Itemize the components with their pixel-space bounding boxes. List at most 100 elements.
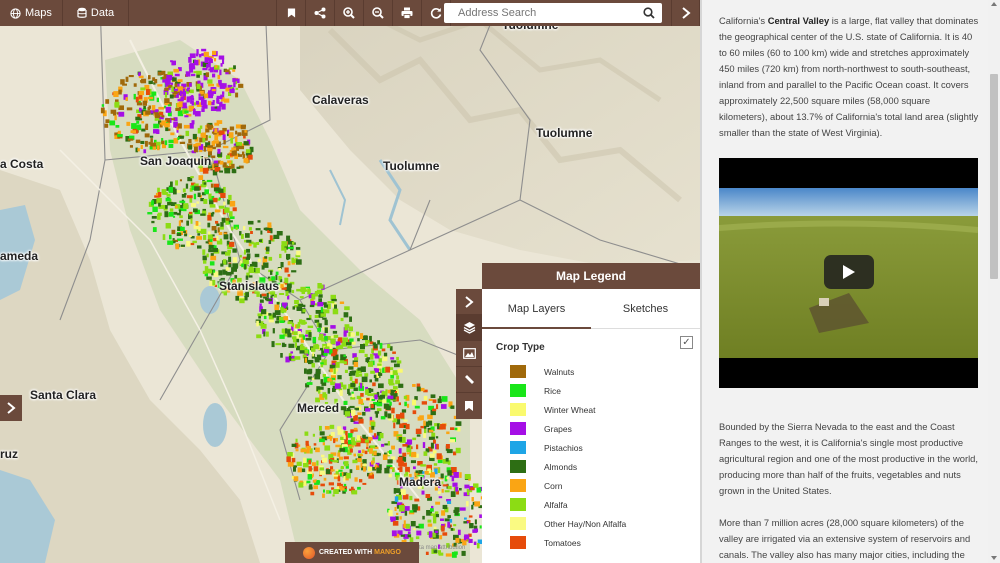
crop-patch	[343, 476, 346, 482]
collapse-side-panel-button[interactable]	[672, 0, 700, 26]
panel-scrollbar[interactable]	[988, 0, 1000, 563]
crop-patch	[360, 333, 364, 339]
crop-patch	[135, 116, 140, 121]
crop-patch	[317, 327, 321, 332]
crop-patch	[338, 456, 343, 460]
crop-patch	[284, 267, 289, 273]
legend-swatch	[510, 536, 526, 549]
crop-patch	[133, 83, 137, 87]
scroll-up-arrow-icon[interactable]	[991, 2, 997, 6]
crop-patch	[302, 335, 305, 340]
crop-patch	[265, 246, 270, 252]
crop-patch	[133, 93, 136, 100]
crop-patch	[455, 421, 462, 426]
crop-patch	[186, 96, 190, 103]
crop-patch	[396, 356, 399, 361]
crop-patch	[220, 101, 223, 107]
zoom-out-icon	[372, 7, 384, 19]
crop-patch	[365, 340, 370, 344]
crop-patch	[322, 442, 325, 446]
legend-swatch	[510, 498, 526, 511]
search-icon[interactable]	[643, 7, 655, 19]
map-canvas[interactable]: Tuolumne Calaveras Tuolumne a Costa San …	[0, 0, 700, 563]
crop-patch	[434, 530, 439, 534]
legend-label: Pistachios	[544, 442, 583, 453]
crop-patch	[358, 399, 364, 405]
crop-patch	[225, 252, 231, 256]
crop-patch	[229, 233, 233, 239]
crop-patch	[397, 467, 402, 470]
scroll-down-arrow-icon[interactable]	[991, 556, 997, 560]
share-button[interactable]	[305, 0, 334, 26]
bookmark-button[interactable]	[276, 0, 305, 26]
print-button[interactable]	[392, 0, 421, 26]
legend-collapse-button[interactable]	[456, 289, 482, 315]
crop-patch	[331, 335, 334, 339]
crop-patch	[358, 450, 361, 453]
crop-patch	[281, 244, 285, 251]
crop-patch	[168, 139, 174, 144]
video-player[interactable]	[719, 158, 978, 388]
crop-patch	[457, 529, 461, 536]
crop-patch	[428, 436, 435, 440]
map-label-contra-costa: a Costa	[0, 157, 44, 171]
crop-patch	[147, 107, 151, 111]
created-with-mango-badge[interactable]: CREATED WITH MANGO	[285, 542, 419, 563]
layer-visibility-checkbox[interactable]: ✓	[680, 336, 693, 349]
tab-map-layers[interactable]: Map Layers	[482, 289, 591, 329]
map-label-san-joaquin: San Joaquin	[140, 154, 212, 168]
address-search-input[interactable]	[444, 7, 634, 19]
crop-patch	[161, 140, 165, 145]
crop-patch	[327, 388, 331, 394]
crop-patch	[421, 490, 425, 495]
crop-patch	[416, 444, 419, 450]
map-label-merced: Merced	[297, 401, 340, 415]
measure-tool-button[interactable]	[456, 367, 482, 393]
crop-patch	[306, 382, 313, 385]
zoom-in-button[interactable]	[334, 0, 363, 26]
crop-patch	[190, 98, 193, 104]
crop-patch	[374, 394, 378, 400]
crop-patch	[295, 247, 301, 250]
crop-patch	[362, 397, 367, 401]
crop-patch	[284, 277, 289, 284]
crop-patch	[387, 459, 393, 464]
crop-patch	[360, 366, 366, 372]
address-search-box	[444, 3, 662, 23]
crop-patch	[422, 471, 425, 474]
crop-patch	[308, 459, 312, 465]
crop-patch	[412, 437, 417, 441]
intro-text-start: California's	[719, 15, 768, 26]
layers-tool-button[interactable]	[456, 315, 482, 341]
scrollbar-thumb[interactable]	[990, 74, 998, 279]
crop-patch	[238, 83, 244, 88]
crop-patch	[363, 463, 367, 467]
crop-patch	[391, 407, 395, 414]
crop-patch	[216, 223, 220, 227]
crop-patch	[472, 529, 478, 533]
crop-patch	[283, 302, 286, 309]
crop-patch	[200, 99, 207, 105]
crop-patch	[198, 54, 202, 58]
play-button[interactable]	[824, 255, 874, 289]
tab-sketches[interactable]: Sketches	[591, 289, 700, 328]
crop-patch	[402, 452, 407, 457]
crop-patch	[219, 170, 223, 173]
crop-patch	[203, 235, 207, 240]
crop-patch	[257, 220, 261, 223]
map-attribution-link[interactable]: ta map attribution	[419, 545, 465, 551]
crop-patch	[255, 228, 261, 231]
expand-left-panel-button[interactable]	[0, 395, 22, 421]
bookmark-tool-button[interactable]	[456, 393, 482, 419]
crop-patch	[164, 211, 169, 218]
crop-patch	[263, 331, 266, 337]
crop-patch	[189, 211, 193, 214]
maps-menu-button[interactable]: Maps	[0, 0, 63, 26]
image-tool-button[interactable]	[456, 341, 482, 367]
data-menu-button[interactable]: Data	[63, 0, 130, 26]
crop-patch	[238, 145, 244, 150]
zoom-out-button[interactable]	[363, 0, 392, 26]
crop-patch	[142, 100, 147, 106]
crop-patch	[228, 256, 232, 263]
bookmark-icon	[287, 8, 295, 18]
